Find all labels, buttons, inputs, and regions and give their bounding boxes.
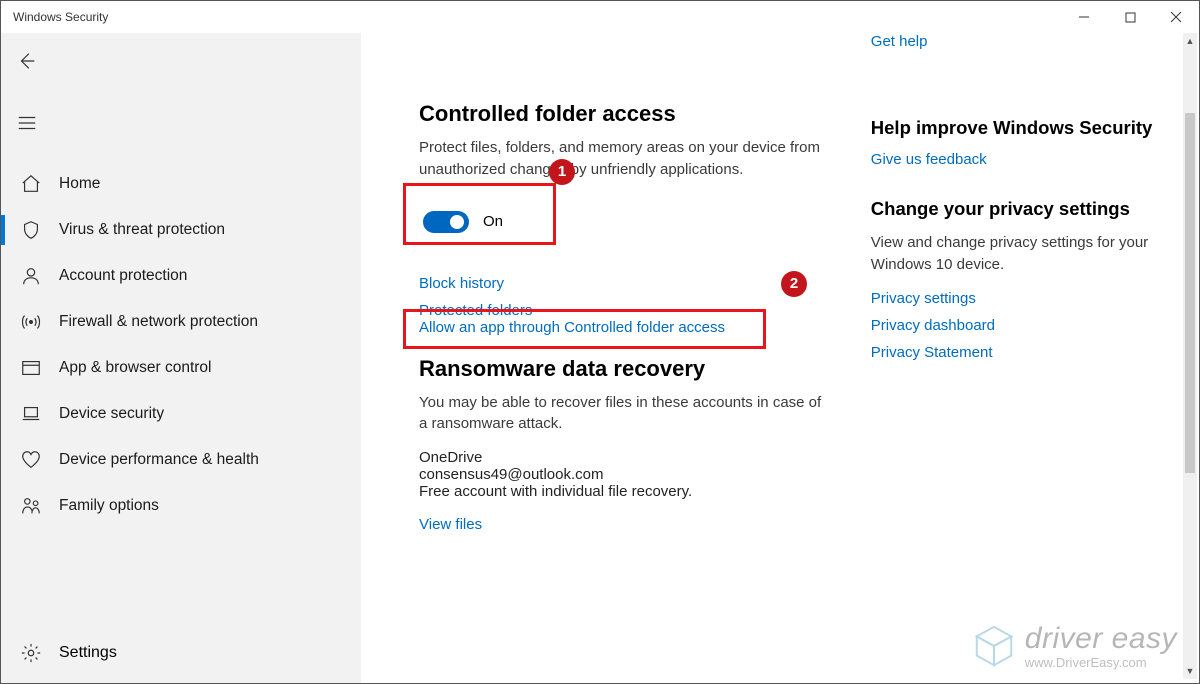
ransom-description: You may be able to recover files in thes… [419,392,827,436]
cfa-description: Protect files, folders, and memory areas… [419,137,827,181]
close-button[interactable] [1153,1,1199,33]
sidebar-item-label: Device performance & health [59,451,259,469]
heart-icon [17,446,45,474]
link-allow-app[interactable]: Allow an app through Controlled folder a… [419,319,827,336]
sidebar-item-label: Home [59,175,100,193]
hamburger-button[interactable] [7,103,47,143]
sidebar-item-virus-threat[interactable]: Virus & threat protection [1,207,361,253]
scroll-down-arrow[interactable]: ▼ [1183,663,1197,679]
account-email: consensus49@outlook.com [419,466,827,483]
cfa-toggle[interactable] [423,211,469,233]
window-icon [17,354,45,382]
account-desc: Free account with individual file recove… [419,483,827,500]
person-icon [17,262,45,290]
link-feedback[interactable]: Give us feedback [871,151,1199,168]
link-get-help[interactable]: Get help [871,33,928,50]
sidebar-item-device-security[interactable]: Device security [1,391,361,437]
sidebar-item-label: Account protection [59,267,187,285]
ransom-title: Ransomware data recovery [419,356,827,382]
sidebar-item-settings[interactable]: Settings [1,623,361,683]
account-name: OneDrive [419,449,827,466]
family-icon [17,492,45,520]
cfa-toggle-label: On [483,213,503,230]
gear-icon [17,639,45,667]
shield-icon [17,216,45,244]
scrollbar-thumb[interactable] [1185,113,1195,473]
link-privacy-settings[interactable]: Privacy settings [871,290,1199,307]
maximize-button[interactable] [1107,1,1153,33]
sidebar-item-home[interactable]: Home [1,161,361,207]
improve-title: Help improve Windows Security [871,117,1199,139]
link-privacy-dashboard[interactable]: Privacy dashboard [871,317,1199,334]
sidebar-item-label: Device security [59,405,164,423]
link-privacy-statement[interactable]: Privacy Statement [871,344,1199,361]
laptop-icon [17,400,45,428]
sidebar-item-family[interactable]: Family options [1,483,361,529]
link-view-files[interactable]: View files [419,516,827,533]
home-icon [17,170,45,198]
vertical-scrollbar[interactable]: ▲ ▼ [1183,33,1197,679]
link-block-history[interactable]: Block history [419,275,827,292]
privacy-title: Change your privacy settings [871,198,1199,220]
scroll-up-arrow[interactable]: ▲ [1183,33,1197,49]
sidebar-item-label: Virus & threat protection [59,221,225,239]
sidebar: Home Virus & threat protection Account p… [1,33,361,683]
sidebar-item-label: App & browser control [59,359,212,377]
content-area: Controlled folder access Protect files, … [361,33,1199,683]
minimize-button[interactable] [1061,1,1107,33]
back-button[interactable] [7,41,47,81]
sidebar-item-label: Firewall & network protection [59,313,258,331]
antenna-icon [17,308,45,336]
sidebar-item-label: Settings [59,644,117,662]
link-protected-folders[interactable]: Protected folders [419,302,827,319]
sidebar-item-app-browser[interactable]: App & browser control [1,345,361,391]
sidebar-item-account-protection[interactable]: Account protection [1,253,361,299]
sidebar-item-firewall[interactable]: Firewall & network protection [1,299,361,345]
titlebar: Windows Security [1,1,1199,33]
window-title: Windows Security [13,10,108,24]
page-title: Controlled folder access [419,101,827,127]
sidebar-item-label: Family options [59,497,159,515]
privacy-desc: View and change privacy settings for you… [871,232,1199,276]
sidebar-item-device-performance[interactable]: Device performance & health [1,437,361,483]
